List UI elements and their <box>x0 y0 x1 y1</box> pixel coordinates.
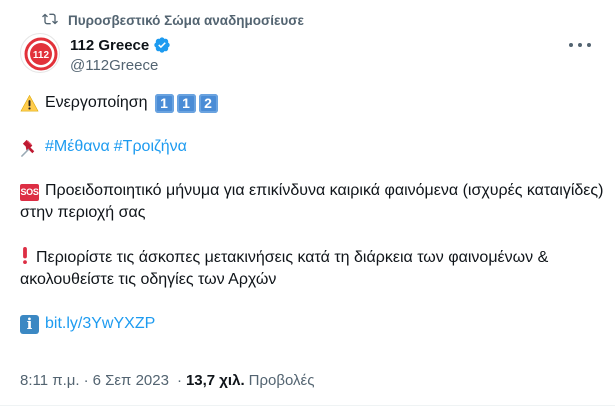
activation-text: Ενεργοποίηση <box>45 94 148 111</box>
meta-separator: · <box>83 372 89 389</box>
tweet-body: Ενεργοποίηση 1 1 2 #Μέθανα #Τροιζήνα SOS… <box>20 92 605 357</box>
author-handle[interactable]: @112Greece <box>70 57 171 74</box>
advice-text: Περιορίστε τις άσκοπες μετακινήσεις κατά… <box>20 249 549 288</box>
warning-text: Προειδοποιητικό μήνυμα για επικίνδυνα κα… <box>20 182 604 221</box>
author-name[interactable]: 112 Greece <box>70 37 149 54</box>
tweet-date[interactable]: 6 Σεπ 2023 <box>93 372 169 389</box>
keycap-1: 1 <box>154 93 174 113</box>
activation-line: Ενεργοποίηση 1 1 2 <box>20 92 605 114</box>
meta-separator-2: · <box>176 372 182 389</box>
more-options-icon[interactable] <box>569 38 591 52</box>
keycap-3: 2 <box>198 93 218 113</box>
keycap-2: 1 <box>176 93 196 113</box>
tweet-time[interactable]: 8:11 π.μ. <box>20 372 80 389</box>
tweet-meta: 8:11 π.μ. · 6 Σεπ 2023 · 13,7 χιλ. Προβο… <box>20 372 314 389</box>
exclamation-icon <box>20 246 30 265</box>
hashtag-troizina[interactable]: #Τροιζήνα <box>114 136 187 158</box>
advice-paragraph: Περιορίστε τις άσκοπες μετακινήσεις κατά… <box>20 246 605 291</box>
warning-paragraph: SOS Προειδοποιητικό μήνυμα για επικίνδυνα… <box>20 180 605 224</box>
avatar-logo-icon: 112 <box>24 37 58 71</box>
retweet-header[interactable]: Πυροσβεστικό Σώμα αναδημοσίευσε <box>42 11 304 30</box>
author-block[interactable]: 112 Greece @112Greece <box>70 36 171 74</box>
avatar[interactable]: 112 <box>20 33 60 73</box>
avatar-text: 112 <box>33 50 50 61</box>
short-link[interactable]: bit.ly/3YwYXZP <box>45 313 155 335</box>
hashtag-methana[interactable]: #Μέθανα <box>45 136 110 158</box>
retweet-label: Πυροσβεστικό Σώμα αναδημοσίευσε <box>68 13 304 28</box>
views-count: 13,7 χιλ. <box>185 372 245 389</box>
verified-badge-icon <box>153 36 171 54</box>
views-label[interactable]: Προβολές <box>249 372 315 389</box>
pushpin-icon <box>20 138 39 157</box>
retweet-icon <box>42 11 58 30</box>
sos-icon: SOS <box>20 183 39 201</box>
info-icon: i <box>20 314 39 334</box>
link-line: i bit.ly/3YwYXZP <box>20 313 605 335</box>
warning-icon <box>20 94 39 113</box>
hashtags-line: #Μέθανα #Τροιζήνα <box>20 136 605 158</box>
